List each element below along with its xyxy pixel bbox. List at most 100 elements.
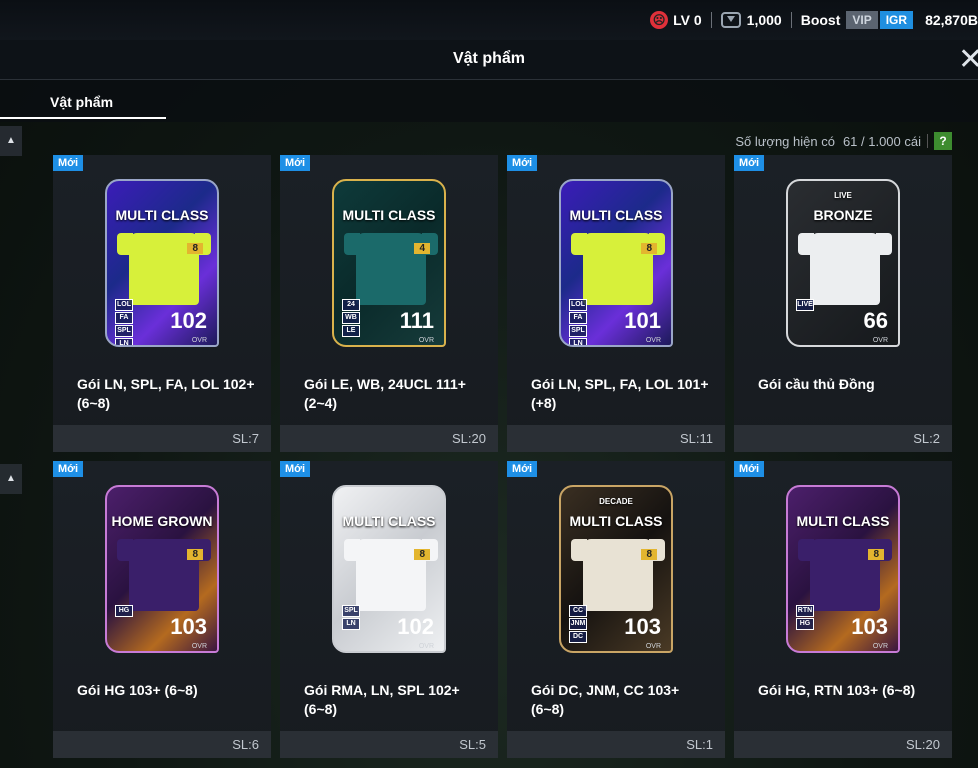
- ovr-value: 103 OVR: [851, 614, 888, 651]
- card-title: MULTI CLASS: [342, 207, 436, 223]
- card-artwork: HOME GROWN 8 HG 103 OVR: [105, 485, 219, 653]
- ovr-number: 66: [863, 308, 888, 333]
- divider: [710, 12, 712, 28]
- scroll-up-arrow-icon[interactable]: ▲: [0, 126, 22, 156]
- position-tag: SPL: [115, 325, 133, 337]
- item-quantity: SL:11: [507, 425, 725, 452]
- card-title: BRONZE: [813, 207, 873, 223]
- item-card[interactable]: Mới MULTI CLASS 8 LOL FA SPL LN 101 OVR Gói …: [507, 155, 725, 452]
- card-artwork: MULTI CLASS 4 24 WB LE 111 OVR: [332, 179, 446, 347]
- position-tag: RTN: [796, 605, 814, 617]
- position-list: LOL FA SPL LN: [115, 299, 133, 345]
- new-badge: Mới: [280, 155, 311, 171]
- item-card[interactable]: Mới DECADE MULTI CLASS 8 CC JNM DC 103 OVR …: [507, 461, 725, 758]
- item-name: Gói DC, JNM, CC 103+ (6~8): [531, 682, 680, 717]
- item-name: Gói LE, WB, 24UCL 111+ (2~4): [304, 376, 466, 411]
- position-tag: HG: [115, 605, 133, 617]
- divider: [790, 12, 792, 28]
- sad-face-icon: ☹: [650, 11, 669, 29]
- ovr-label: OVR: [645, 337, 661, 344]
- ovr-label: OVR: [418, 337, 434, 344]
- window-header: Vật phẩm ✕: [0, 40, 978, 80]
- ovr-number: 103: [624, 614, 661, 639]
- window-title: Vật phẩm: [452, 50, 525, 67]
- position-tag: FA: [115, 312, 133, 324]
- level-text: LV 0: [673, 12, 702, 28]
- close-icon[interactable]: ✕: [958, 45, 978, 75]
- item-name: Gói HG 103+ (6~8): [77, 682, 198, 698]
- new-badge: Mới: [53, 461, 84, 477]
- position-tag: LN: [342, 618, 360, 630]
- new-badge: Mới: [53, 155, 84, 171]
- item-card[interactable]: Mới MULTI CLASS 8 SPL LN 102 OVR Gói RMA, …: [280, 461, 498, 758]
- item-quantity: SL:6: [53, 731, 271, 758]
- ovr-label: OVR: [191, 337, 207, 344]
- card-artwork: MULTI CLASS 8 SPL LN 102 OVR: [332, 485, 446, 653]
- card-subtitle: LIVE: [834, 191, 852, 200]
- ovr-label: OVR: [191, 643, 207, 650]
- position-list: 24 WB LE: [342, 299, 360, 338]
- coin-count: 1,000: [746, 12, 782, 28]
- level-badge: 8: [868, 549, 884, 560]
- position-list: RTN HG: [796, 605, 814, 631]
- position-list: LIVE: [796, 299, 814, 312]
- item-card[interactable]: Mới HOME GROWN 8 HG 103 OVR Gói HG 103+ (…: [53, 461, 271, 758]
- ovr-value: 103 OVR: [624, 614, 661, 651]
- ovr-value: 102 OVR: [397, 616, 434, 651]
- ovr-value: 101 OVR: [624, 308, 661, 345]
- position-tag: HG: [796, 618, 814, 630]
- item-card[interactable]: Mới MULTI CLASS 4 24 WB LE 111 OVR Gói LE, …: [280, 155, 498, 452]
- item-name: Gói RMA, LN, SPL 102+ (6~8): [304, 682, 460, 717]
- position-tag: LE: [342, 325, 360, 337]
- vip-badge[interactable]: VIP: [846, 11, 878, 29]
- scroll-up-arrow-icon[interactable]: ▲: [0, 464, 22, 494]
- ovr-value: 102 OVR: [170, 310, 207, 345]
- new-badge: Mới: [507, 155, 538, 171]
- level-badge: 8: [187, 549, 203, 560]
- igr-badge[interactable]: IGR: [879, 11, 914, 29]
- active-tab-underline: [0, 117, 166, 119]
- position-tag: LN: [115, 338, 133, 345]
- jersey-icon: [798, 233, 892, 305]
- position-tag: WB: [342, 312, 360, 324]
- position-tag: 24: [342, 299, 360, 311]
- level-badge: 8: [641, 243, 657, 254]
- tab-items[interactable]: Vật phẩm: [50, 94, 113, 110]
- help-icon[interactable]: ?: [934, 132, 952, 150]
- card-title: HOME GROWN: [111, 513, 213, 529]
- position-list: SPL LN: [342, 605, 360, 631]
- card-title: MULTI CLASS: [569, 207, 663, 223]
- ovr-label: OVR: [872, 643, 888, 650]
- item-name: Gói LN, SPL, FA, LOL 102+ (6~8): [77, 376, 255, 411]
- item-card[interactable]: Mới MULTI CLASS 8 RTN HG 103 OVR Gói HG, R…: [734, 461, 952, 758]
- item-quantity: SL:20: [734, 731, 952, 758]
- position-tag: JNM: [569, 618, 587, 630]
- ovr-number: 103: [851, 614, 888, 639]
- tab-bar: Vật phẩm: [0, 80, 978, 122]
- boost-label[interactable]: Boost: [801, 12, 841, 28]
- ovr-number: 101: [624, 308, 661, 333]
- card-title: MULTI CLASS: [569, 513, 663, 529]
- position-tag: LOL: [115, 299, 133, 311]
- ovr-value: 103 OVR: [170, 614, 207, 651]
- position-tag: LN: [569, 338, 587, 345]
- ovr-number: 103: [170, 614, 207, 639]
- item-quantity: SL:2: [734, 425, 952, 452]
- item-quantity: SL:7: [53, 425, 271, 452]
- item-card[interactable]: Mới LIVE BRONZE LIVE 66 OVR Gói cầu thủ Đ…: [734, 155, 952, 452]
- item-name: Gói LN, SPL, FA, LOL 101+ (+8): [531, 376, 709, 411]
- item-quantity: SL:1: [507, 731, 725, 758]
- position-tag: SPL: [569, 325, 587, 337]
- position-tag: SPL: [342, 605, 360, 617]
- ovr-label: OVR: [418, 643, 434, 650]
- item-card[interactable]: Mới MULTI CLASS 8 LOL FA SPL LN 102 OVR Gói …: [53, 155, 271, 452]
- top-status-bar: ☹ LV 0 1,000 Boost VIP IGR 82,870B: [0, 0, 978, 40]
- inventory-value: 61 / 1.000 cái: [842, 133, 921, 149]
- ovr-label: OVR: [645, 643, 661, 650]
- position-list: HG: [115, 605, 133, 618]
- position-tag: CC: [569, 605, 587, 617]
- level-badge: 8: [187, 243, 203, 254]
- position-list: CC JNM DC: [569, 605, 587, 644]
- ovr-value: 66 OVR: [863, 308, 888, 345]
- position-list: LOL FA SPL LN: [569, 299, 587, 345]
